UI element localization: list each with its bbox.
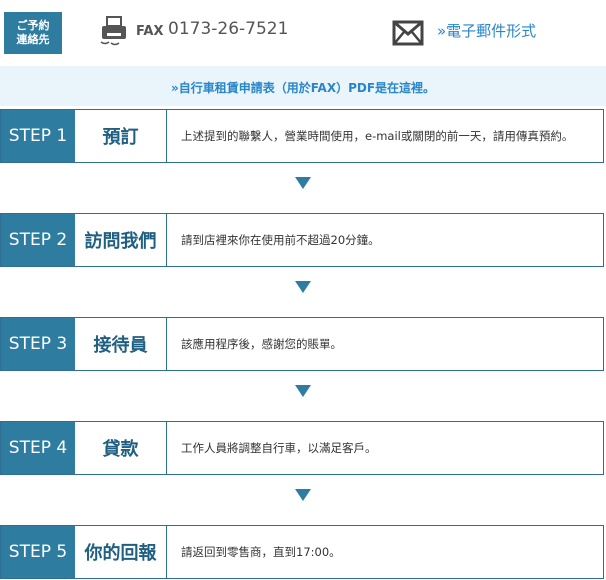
fax-label: FAX	[136, 24, 164, 39]
step-description: 請到店裡來你在使用前不超過20分鐘。	[181, 233, 380, 247]
step-title: 訪問我們	[75, 214, 167, 266]
step-title: 接待員	[75, 318, 167, 370]
step-description: 該應用程序後，感謝您的賬單。	[181, 337, 342, 351]
step-description: 上述提到的聯繫人，營業時間使用，e-mail或關閉的前一天，請用傳真預約。	[181, 129, 574, 143]
step-title: 你的回報	[75, 526, 167, 578]
down-arrow-icon	[295, 281, 311, 293]
step-number: STEP 4	[1, 422, 75, 474]
mail-icon	[392, 20, 424, 46]
step-number: STEP 1	[1, 110, 75, 162]
contact-header: ご予約 連絡先 FAX 0173-26-7521 »電子郵件形式	[0, 0, 606, 66]
pdf-form-link[interactable]: »自行車租賃申請表（用於FAX）PDF是在這裡。	[0, 79, 606, 96]
fax-icon	[100, 16, 126, 46]
step-2: STEP 2 訪問我們 請到店裡來你在使用前不超過20分鐘。	[0, 213, 604, 267]
step-1: STEP 1 預訂 上述提到的聯繫人，營業時間使用，e-mail或關閉的前一天，…	[0, 109, 604, 163]
step-title: 貸款	[75, 422, 167, 474]
step-description: 工作人員將調整自行車，以滿足客戶。	[181, 441, 377, 455]
contact-badge-text: ご予約 連絡先	[16, 19, 50, 46]
step-3: STEP 3 接待員 該應用程序後，感謝您的賬單。	[0, 317, 604, 371]
step-number: STEP 3	[1, 318, 75, 370]
step-4: STEP 4 貸款 工作人員將調整自行車，以滿足客戶。	[0, 421, 604, 475]
down-arrow-icon	[295, 489, 311, 501]
step-number: STEP 5	[1, 526, 75, 578]
pdf-banner: »自行車租賃申請表（用於FAX）PDF是在這裡。	[0, 66, 606, 106]
step-description: 請返回到零售商，直到17:00。	[181, 545, 341, 559]
step-number: STEP 2	[1, 214, 75, 266]
email-form-link[interactable]: »電子郵件形式	[437, 20, 536, 41]
contact-badge: ご予約 連絡先	[4, 12, 62, 54]
down-arrow-icon	[295, 385, 311, 397]
step-5: STEP 5 你的回報 請返回到零售商，直到17:00。	[0, 525, 604, 579]
fax-number: 0173-26-7521	[168, 19, 289, 39]
step-title: 預訂	[75, 110, 167, 162]
down-arrow-icon	[295, 177, 311, 189]
